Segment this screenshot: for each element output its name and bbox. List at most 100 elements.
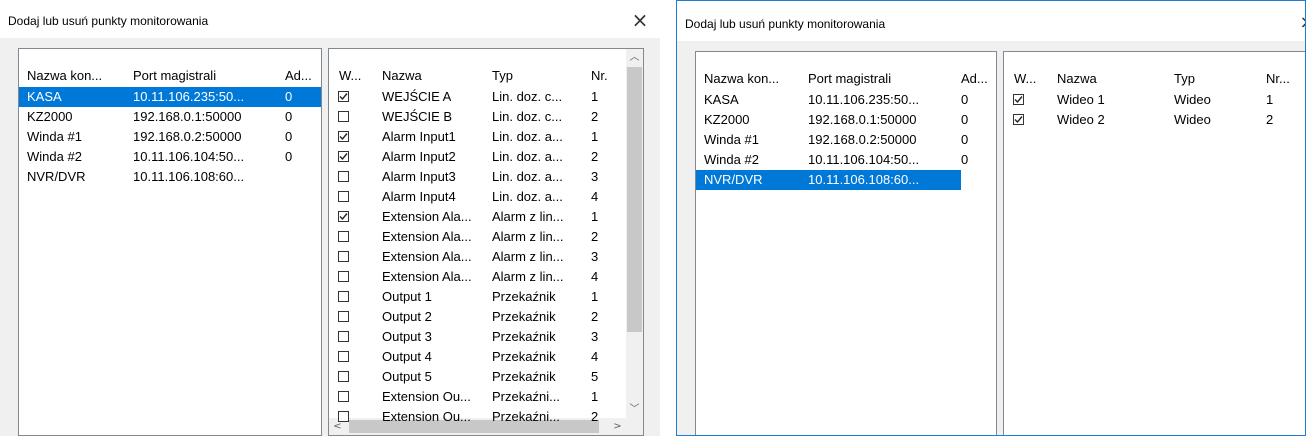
point-number: 2 bbox=[591, 149, 599, 164]
close-icon[interactable]: × bbox=[628, 8, 652, 32]
point-number: 1 bbox=[1266, 92, 1274, 107]
controller-row[interactable]: KASA 10.11.106.235:50... 0 bbox=[696, 90, 996, 110]
point-checkbox[interactable] bbox=[338, 171, 349, 182]
point-row[interactable]: Extension Ala... Alarm z lin... 1 bbox=[329, 207, 643, 227]
point-checkbox[interactable] bbox=[338, 251, 349, 262]
point-row[interactable]: Extension Ala... Alarm z lin... 4 bbox=[329, 267, 643, 287]
controller-row[interactable]: Winda #2 10.11.106.104:50... 0 bbox=[696, 150, 996, 170]
point-checkbox[interactable] bbox=[338, 311, 349, 322]
title-bar: Dodaj lub usuń punkty monitorowania × bbox=[677, 1, 1305, 45]
header-number[interactable]: Nr. bbox=[591, 65, 608, 87]
point-name: WEJŚCIE B bbox=[382, 109, 453, 124]
point-row[interactable]: Output 3 Przekaźnik 3 bbox=[329, 327, 643, 347]
controller-address: 0 bbox=[961, 112, 969, 127]
controller-name: NVR/DVR bbox=[704, 172, 763, 187]
controllers-list[interactable]: Nazwa kon... Port magistrali Ad... KASA 10.1… bbox=[18, 48, 322, 436]
point-row[interactable]: Output 5 Przekaźnik 5 bbox=[329, 367, 643, 387]
point-row[interactable]: Output 4 Przekaźnik 4 bbox=[329, 347, 643, 367]
controller-row[interactable]: Winda #1 192.168.0.2:50000 0 bbox=[19, 127, 321, 147]
point-checkbox[interactable] bbox=[338, 411, 349, 422]
header-number[interactable]: Nr... bbox=[1266, 68, 1290, 90]
point-name: Extension Ala... bbox=[382, 249, 472, 264]
point-checkbox[interactable] bbox=[338, 291, 349, 302]
point-row[interactable]: Alarm Input3 Lin. doz. a... 3 bbox=[329, 167, 643, 187]
controller-address: 0 bbox=[285, 109, 293, 124]
point-checkbox[interactable] bbox=[338, 111, 349, 122]
point-checkbox[interactable] bbox=[338, 331, 349, 342]
header-address[interactable]: Ad... bbox=[961, 68, 988, 90]
header-bus-port[interactable]: Port magistrali bbox=[133, 65, 216, 87]
point-row[interactable]: Extension Ala... Alarm z lin... 2 bbox=[329, 227, 643, 247]
header-controller-name[interactable]: Nazwa kon... bbox=[27, 65, 102, 87]
controller-row[interactable]: NVR/DVR 10.11.106.108:60... bbox=[19, 167, 321, 187]
point-number: 3 bbox=[591, 249, 599, 264]
point-checkbox[interactable] bbox=[338, 391, 349, 402]
header-type[interactable]: Typ bbox=[1174, 68, 1195, 90]
point-type: Przekaźnik bbox=[492, 329, 556, 344]
point-checkbox[interactable] bbox=[338, 91, 349, 102]
point-number: 1 bbox=[591, 389, 599, 404]
point-checkbox[interactable] bbox=[338, 211, 349, 222]
header-bus-port[interactable]: Port magistrali bbox=[808, 68, 891, 90]
point-row[interactable]: Alarm Input4 Lin. doz. a... 4 bbox=[329, 187, 643, 207]
header-controller-name[interactable]: Nazwa kon... bbox=[704, 68, 779, 90]
point-row[interactable]: Alarm Input2 Lin. doz. a... 2 bbox=[329, 147, 643, 167]
header-name[interactable]: Nazwa bbox=[1057, 68, 1097, 90]
controller-row[interactable]: KZ2000 192.168.0.1:50000 0 bbox=[696, 110, 996, 130]
header-watch[interactable]: W... bbox=[339, 65, 361, 87]
scroll-up-icon[interactable]: ︿ bbox=[626, 49, 643, 66]
controller-row[interactable]: KASA 10.11.106.235:50... 0 bbox=[19, 87, 321, 107]
point-row[interactable]: Extension Ou... Przekaźni... 2 bbox=[329, 407, 643, 427]
monitoring-points-list[interactable]: ︿ ﹀ < > W... Nazwa Typ Nr. WEJŚCIE A Lin. doz… bbox=[328, 48, 644, 436]
point-row[interactable]: Extension Ala... Alarm z lin... 3 bbox=[329, 247, 643, 267]
point-type: Przekaźnik bbox=[492, 309, 556, 324]
header-address[interactable]: Ad... bbox=[285, 65, 312, 87]
close-icon[interactable]: × bbox=[1295, 11, 1305, 35]
point-number: 4 bbox=[591, 269, 599, 284]
point-row[interactable]: Output 1 Przekaźnik 1 bbox=[329, 287, 643, 307]
controllers-list[interactable]: Nazwa kon... Port magistrali Ad... KASA 10.1… bbox=[695, 51, 997, 435]
point-number: 2 bbox=[1266, 112, 1274, 127]
point-number: 4 bbox=[591, 189, 599, 204]
point-row[interactable]: WEJŚCIE A Lin. doz. c... 1 bbox=[329, 87, 643, 107]
point-checkbox[interactable] bbox=[338, 191, 349, 202]
dialog-client-area: Nazwa kon... Port magistrali Ad... KASA 10.1… bbox=[677, 41, 1305, 435]
point-checkbox[interactable] bbox=[1013, 94, 1024, 105]
point-number: 1 bbox=[591, 129, 599, 144]
point-row[interactable]: Wideo 2 Wideo 2 bbox=[1004, 110, 1305, 130]
controller-row[interactable]: KZ2000 192.168.0.1:50000 0 bbox=[19, 107, 321, 127]
point-row[interactable]: Wideo 1 Wideo 1 bbox=[1004, 90, 1305, 110]
header-name[interactable]: Nazwa bbox=[382, 65, 422, 87]
point-checkbox[interactable] bbox=[338, 231, 349, 242]
controller-row[interactable]: Winda #2 10.11.106.104:50... 0 bbox=[19, 147, 321, 167]
controller-port: 192.168.0.1:50000 bbox=[133, 109, 242, 124]
controller-name: Winda #2 bbox=[704, 152, 759, 167]
point-name: Alarm Input4 bbox=[382, 189, 456, 204]
point-checkbox[interactable] bbox=[338, 371, 349, 382]
header-watch[interactable]: W... bbox=[1014, 68, 1036, 90]
point-name: Extension Ala... bbox=[382, 269, 472, 284]
point-row[interactable]: WEJŚCIE B Lin. doz. c... 2 bbox=[329, 107, 643, 127]
point-checkbox[interactable] bbox=[338, 131, 349, 142]
controller-address: 0 bbox=[285, 129, 293, 144]
point-number: 1 bbox=[591, 289, 599, 304]
point-checkbox[interactable] bbox=[1013, 114, 1024, 125]
point-name: Wideo 2 bbox=[1057, 112, 1105, 127]
controller-name: Winda #2 bbox=[27, 149, 82, 164]
controller-port: 10.11.106.104:50... bbox=[133, 149, 245, 164]
point-row[interactable]: Alarm Input1 Lin. doz. a... 1 bbox=[329, 127, 643, 147]
point-checkbox[interactable] bbox=[338, 151, 349, 162]
controller-row[interactable]: NVR/DVR 10.11.106.108:60... bbox=[696, 170, 961, 190]
point-name: WEJŚCIE A bbox=[382, 89, 452, 104]
controller-row[interactable]: Winda #1 192.168.0.2:50000 0 bbox=[696, 130, 996, 150]
point-name: Wideo 1 bbox=[1057, 92, 1105, 107]
point-type: Przekaźni... bbox=[492, 389, 560, 404]
point-row[interactable]: Output 2 Przekaźnik 2 bbox=[329, 307, 643, 327]
point-row[interactable]: Extension Ou... Przekaźni... 1 bbox=[329, 387, 643, 407]
controller-name: NVR/DVR bbox=[27, 169, 86, 184]
monitoring-points-list[interactable]: W... Nazwa Typ Nr... Wideo 1 Wideo 1 Wideo 2 Wid… bbox=[1003, 51, 1305, 435]
header-type[interactable]: Typ bbox=[492, 65, 513, 87]
point-checkbox[interactable] bbox=[338, 351, 349, 362]
point-checkbox[interactable] bbox=[338, 271, 349, 282]
point-type: Przekaźnik bbox=[492, 289, 556, 304]
